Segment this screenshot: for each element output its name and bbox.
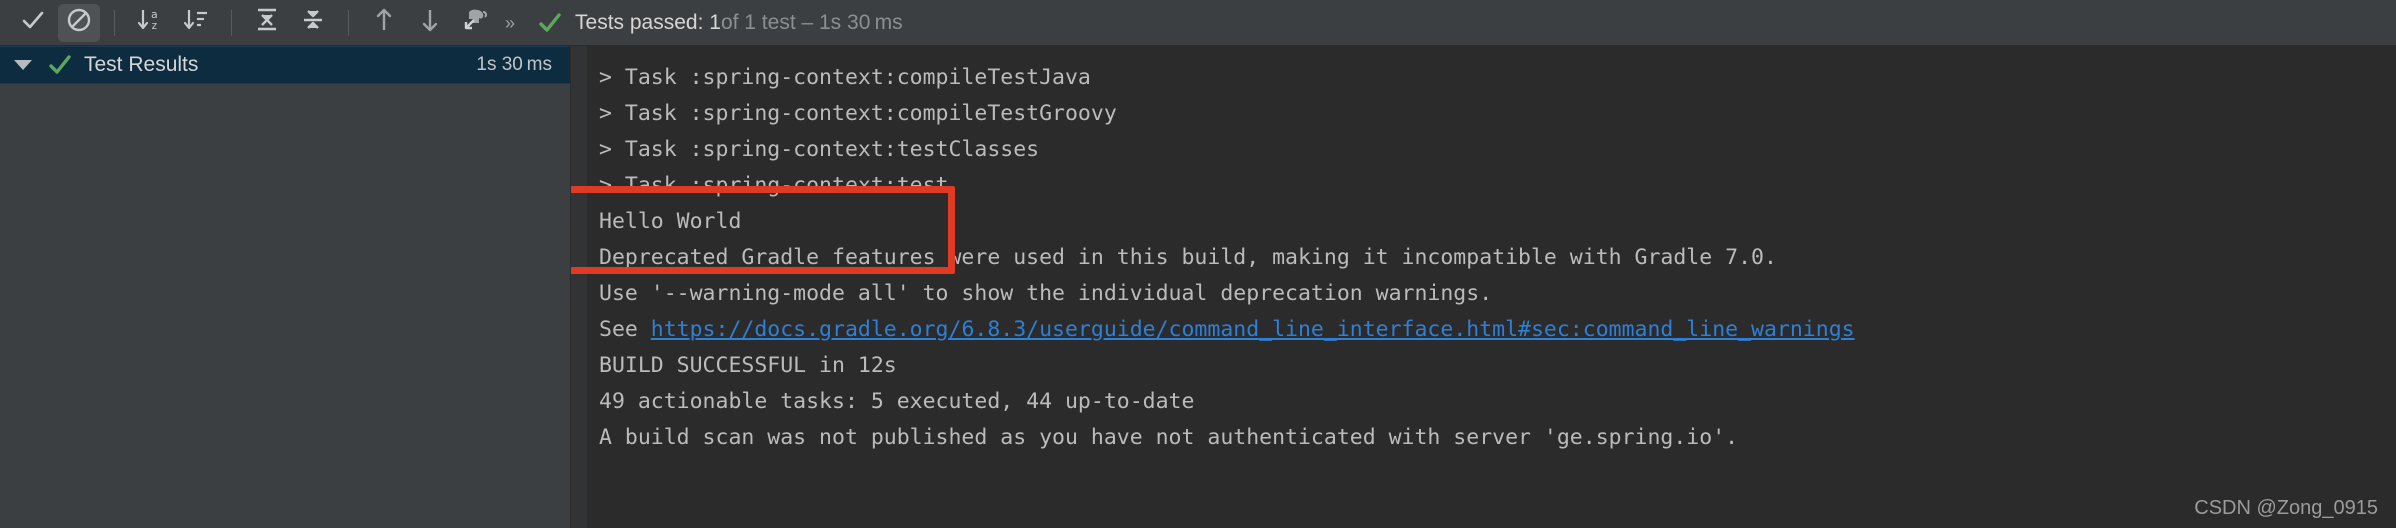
test-runner-body: Test Results 1s 30 ms > Task :spring-con… [0,46,2396,528]
export-test-results-button[interactable] [455,4,497,42]
tests-passed-count: Tests passed: 1 [575,10,721,34]
console-line-text: See [599,317,651,342]
test-tree-panel: Test Results 1s 30 ms [0,46,571,528]
gradle-docs-link[interactable]: https://docs.gradle.org/6.8.3/userguide/… [651,317,1855,342]
green-check-icon [48,53,72,77]
check-icon [20,7,46,38]
console-line: > Task :spring-context:compileTestGroovy [599,101,1117,126]
console-line: See https://docs.gradle.org/6.8.3/usergu… [599,312,2396,348]
svg-text:z: z [151,19,158,32]
toolbar-separator-3 [348,9,349,36]
sort-by-duration-button[interactable] [175,4,217,42]
arrow-down-icon [417,6,443,39]
test-runner-toolbar: a z » Tests passed: 1 of 1 test – 1s 30 … [0,0,2396,46]
tree-item-label: Test Results [84,53,199,76]
green-check-icon [537,10,563,36]
console-line: > Task :spring-context:testClasses [599,137,1040,162]
console-line: > Task :spring-context:test [599,173,949,198]
test-runner-window: a z » Tests passed: 1 of 1 test – 1s 30 … [0,0,2396,528]
collapse-all-button[interactable] [292,4,334,42]
test-status-bar: Tests passed: 1 of 1 test – 1s 30 ms [537,10,903,36]
console-line: Hello World [599,209,742,234]
no-entry-icon [66,7,92,38]
console-line: Use '--warning-mode all' to show the ind… [599,281,1493,306]
console-line-list: > Task :spring-context:compileTestJava > … [571,60,2396,456]
tree-item-test-results[interactable]: Test Results 1s 30 ms [0,46,570,84]
expand-all-button[interactable] [246,4,288,42]
toolbar-separator-1 [114,9,115,36]
console-line: A build scan was not published as you ha… [599,425,1739,450]
console-line: Deprecated Gradle features were used in … [599,245,1777,270]
tests-total-duration: of 1 test – 1s 30 ms [720,10,903,34]
console-output-panel[interactable]: > Task :spring-context:compileTestJava > … [571,46,2396,528]
tree-item-duration: 1s 30 ms [476,54,552,75]
next-failed-test-button[interactable] [409,4,451,42]
toolbar-separator-2 [231,9,232,36]
console-line: > Task :spring-context:compileTestJava [599,65,1091,90]
console-line: BUILD SUCCESSFUL in 12s [599,353,897,378]
toolbar-overflow-button[interactable]: » [505,14,515,32]
arrow-up-icon [371,6,397,39]
show-ignored-tests-button[interactable] [58,3,100,42]
collapse-all-icon [299,7,327,38]
watermark-text: CSDN @Zong_0915 [2194,497,2378,519]
sort-alphabetically-button[interactable]: a z [129,4,171,42]
previous-failed-test-button[interactable] [363,4,405,42]
sort-alpha-icon: a z [136,7,164,38]
expand-all-icon [253,7,281,38]
console-line: 49 actionable tasks: 5 executed, 44 up-t… [599,389,1195,414]
elephant-export-icon [461,6,491,39]
triangle-down-icon[interactable] [14,60,32,70]
show-passed-tests-button[interactable] [12,4,54,42]
sort-duration-icon [182,7,210,38]
